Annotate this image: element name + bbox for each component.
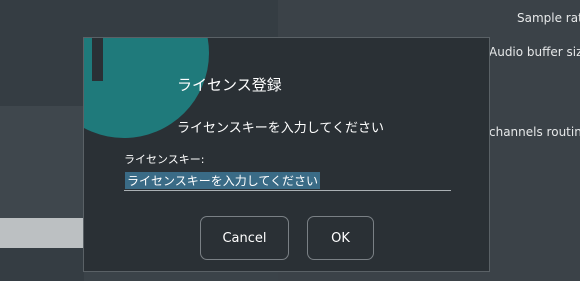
left-panel-middle <box>0 106 84 218</box>
cancel-button[interactable]: Cancel <box>200 216 289 260</box>
license-key-input-value: ライセンスキーを入力してください <box>125 172 321 189</box>
license-key-input[interactable]: ライセンスキーを入力してください <box>124 169 451 191</box>
dialog-title: ライセンス登録 <box>177 76 282 94</box>
license-registration-dialog: ライセンス登録 ライセンスキーを入力してください ライセンスキー: ライセンスキ… <box>83 37 490 272</box>
left-panel-highlight-bar[interactable] <box>0 218 84 248</box>
license-key-label: ライセンスキー: <box>124 153 205 166</box>
left-panel-bottom <box>0 248 84 281</box>
info-icon-stem <box>92 38 103 81</box>
audio-buffer-size-label: Audio buffer siz <box>489 45 580 59</box>
dialog-message: ライセンスキーを入力してください <box>177 121 384 136</box>
sample-rate-label: Sample rat <box>517 11 580 25</box>
settings-window: Sample rat Audio buffer siz channels rou… <box>0 0 580 281</box>
channels-routing-label: channels routin <box>489 125 580 139</box>
ok-button[interactable]: OK <box>307 216 374 260</box>
